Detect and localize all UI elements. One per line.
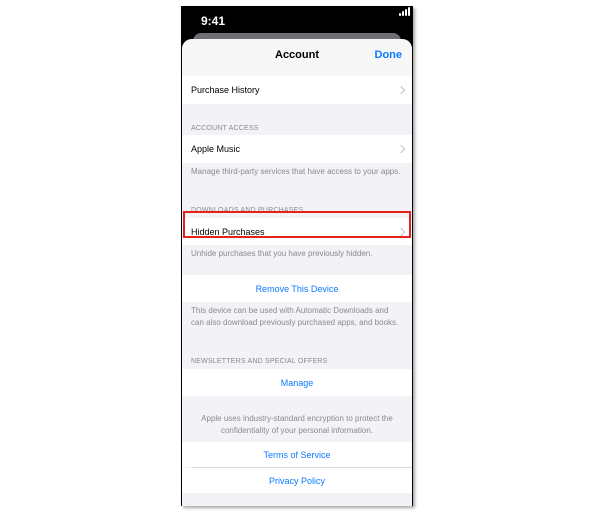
privacy-policy-label: Privacy Policy	[268, 475, 325, 486]
terms-of-service-link[interactable]: Terms of Service	[182, 442, 412, 467]
hidden-purchases-footer: Unhide purchases that you have previousl…	[191, 249, 373, 258]
account-sheet: Account Done Purchase History ACCOUNT AC…	[182, 39, 412, 506]
status-bar: 9:41	[181, 6, 413, 36]
manage-button[interactable]: Manage	[182, 369, 412, 396]
hidden-purchases-row[interactable]: Hidden Purchases	[182, 218, 412, 245]
manage-label: Manage	[280, 377, 314, 388]
hidden-purchases-label: Hidden Purchases	[191, 226, 265, 237]
purchase-history-label: Purchase History	[191, 85, 260, 95]
chevron-right-icon	[396, 144, 406, 154]
newsletters-header: NEWSLETTERS AND SPECIAL OFFERS	[191, 358, 328, 365]
remove-device-label: Remove This Device	[255, 283, 339, 294]
apple-music-label: Apple Music	[191, 144, 241, 154]
done-button[interactable]: Done	[375, 49, 403, 61]
purchase-history-row[interactable]: Purchase History	[182, 76, 412, 104]
apple-music-footer: Manage third-party services that have ac…	[191, 167, 401, 176]
encryption-note: Apple uses industry-standard encryption …	[201, 414, 393, 435]
remove-device-button[interactable]: Remove This Device	[182, 275, 412, 302]
chevron-right-icon	[396, 227, 406, 236]
status-time: 9:41	[201, 14, 226, 28]
chevron-right-icon	[396, 85, 406, 95]
privacy-policy-link[interactable]: Privacy Policy	[182, 468, 412, 493]
account-access-header: ACCOUNT ACCESS	[191, 125, 259, 132]
remove-device-footer: This device can be used with Automatic D…	[191, 306, 399, 327]
phone-frame: 9:41 Account Done Purchase History ACCOU…	[181, 6, 413, 506]
apple-music-row[interactable]: Apple Music	[182, 135, 412, 163]
downloads-purchases-header: DOWNLOADS AND PURCHASES	[191, 207, 304, 214]
terms-of-service-label: Terms of Service	[263, 449, 331, 460]
